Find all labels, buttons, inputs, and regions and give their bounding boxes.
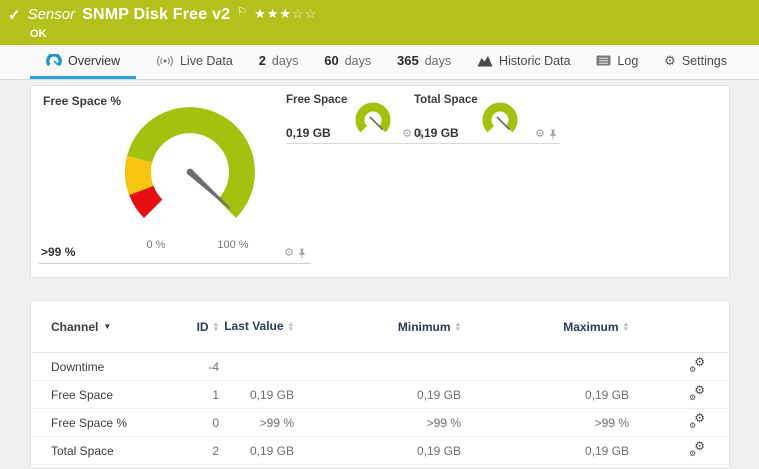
channel-id: -4: [208, 359, 219, 374]
tab-live-data-label: Live Data: [179, 53, 233, 68]
area-chart-icon: [477, 55, 493, 66]
tab-bar: Overview Live Data 2 days 60 days 365 da…: [0, 45, 759, 80]
status-ok-check-icon: ✓: [8, 7, 21, 24]
tab-log[interactable]: Log: [590, 45, 644, 79]
minimum-value: 0,19 GB: [416, 443, 461, 458]
maximum-value: 0,19 GB: [584, 443, 629, 458]
gauge-needle: [496, 116, 511, 131]
table-row-total-space: Total Space 2 0,19 GB 0,19 GB 0,19 GB ⚙ ⚙: [31, 437, 729, 465]
flag-icon[interactable]: ⚐: [237, 5, 247, 18]
mini-gauge-graphic: [355, 102, 391, 133]
overview-gauges-panel: Free Space % 0 % 100 % >99 % ⚙ Free Spac…: [30, 85, 730, 278]
channel-name[interactable]: Free Space %: [51, 416, 191, 430]
channel-name[interactable]: Total Space: [51, 444, 191, 458]
channel-id: 2: [212, 443, 219, 458]
column-header-id[interactable]: ID ▲ ▼: [191, 320, 219, 334]
tab-settings-label: Settings: [681, 53, 727, 68]
sorted-caret-icon: ▼: [103, 322, 112, 331]
mini-gauge-graphic: [482, 102, 518, 133]
mini-gauge-title: Total Space: [414, 94, 478, 106]
gauge-scale-min: 0 %: [146, 239, 166, 251]
sort-arrows-icon[interactable]: ▲ ▼: [623, 321, 629, 333]
stars-empty[interactable]: ☆☆: [292, 6, 317, 21]
priority-star-rating[interactable]: ★★★☆☆: [254, 6, 317, 22]
gauge-settings-gear-icon[interactable]: ⚙: [402, 129, 412, 140]
channels-table-header: Channel ▼ ID ▲ ▼ Last Value ▲ ▼ Minimum ▲ ▼…: [31, 301, 729, 353]
tab-live-data[interactable]: Live Data: [150, 45, 239, 79]
sensor-title: SNMP Disk Free v2: [82, 6, 231, 23]
gauge-settings-gear-icon[interactable]: ⚙: [284, 248, 294, 259]
object-kind-label: Sensor: [27, 6, 76, 23]
channel-settings-gears-icon[interactable]: ⚙ ⚙: [689, 411, 705, 430]
gear-icon: ⚙: [664, 53, 676, 68]
gauge-cell-total-space[interactable]: Total Space 0,19 GB ⚙: [414, 92, 560, 144]
channel-id: 0: [212, 415, 219, 430]
channels-table-panel: Channel ▼ ID ▲ ▼ Last Value ▲ ▼ Minimum ▲ ▼…: [30, 300, 730, 469]
tab-60-days-number: 60: [324, 53, 339, 68]
tab-historic-data[interactable]: Historic Data: [471, 45, 577, 79]
table-row-free-space: Free Space 1 0,19 GB 0,19 GB 0,19 GB ⚙ ⚙: [31, 381, 729, 409]
tab-log-label: Log: [617, 53, 639, 68]
channel-settings-gears-icon[interactable]: ⚙ ⚙: [689, 383, 705, 402]
pin-icon[interactable]: [297, 248, 307, 259]
broadcast-icon: [157, 55, 173, 66]
column-header-last-value[interactable]: Last Value ▲ ▼: [219, 319, 294, 334]
gauge-icon: [46, 53, 62, 66]
last-value: 0,19 GB: [249, 443, 294, 458]
main-gauge-graphic: [125, 107, 255, 218]
tab-overview[interactable]: Overview: [30, 45, 137, 79]
gauge-current-value: >99 %: [41, 245, 76, 259]
tab-365-days-number: 365: [396, 53, 419, 68]
maximum-value: 0,19 GB: [584, 387, 629, 402]
tab-365-days[interactable]: 365 days: [391, 45, 457, 79]
channel-name[interactable]: Free Space: [51, 388, 191, 402]
minimum-value: 0,19 GB: [416, 387, 461, 402]
gauge-needle: [369, 116, 384, 131]
last-value: >99 %: [259, 415, 294, 430]
tab-2-days-number: 2: [258, 53, 266, 68]
tab-60-days-label: days: [344, 53, 372, 68]
tab-settings[interactable]: ⚙ Settings: [658, 45, 733, 79]
pin-icon[interactable]: [548, 129, 558, 140]
tab-2-days[interactable]: 2 days: [253, 45, 305, 79]
channel-name[interactable]: Downtime: [51, 360, 191, 374]
tab-2-days-label: days: [271, 53, 299, 68]
gauge-settings-gear-icon[interactable]: ⚙: [535, 129, 545, 140]
table-row-free-space-pct: Free Space % 0 >99 % >99 % >99 % ⚙ ⚙: [31, 409, 729, 437]
channel-settings-gears-icon[interactable]: ⚙ ⚙: [689, 439, 705, 458]
tab-60-days[interactable]: 60 days: [318, 45, 377, 79]
maximum-value: >99 %: [594, 415, 629, 430]
minimum-value: >99 %: [426, 415, 461, 430]
column-header-maximum[interactable]: Maximum ▲ ▼: [461, 320, 629, 334]
gauge-cell-free-space[interactable]: Free Space 0,19 GB ⚙: [286, 92, 427, 144]
sensor-status-badge: OK: [30, 28, 47, 40]
mini-gauge-value: 0,19 GB: [286, 126, 331, 140]
channel-id: 1: [212, 387, 219, 402]
channel-settings-gears-icon[interactable]: ⚙ ⚙: [689, 355, 705, 374]
gauge-needle: [187, 169, 231, 210]
gauge-scale-max: 100 %: [217, 239, 249, 251]
gauge-cell-free-space-pct[interactable]: Free Space % 0 % 100 % >99 % ⚙: [39, 92, 311, 264]
last-value: 0,19 GB: [249, 387, 294, 402]
tab-365-days-label: days: [424, 53, 452, 68]
mini-gauge-title: Free Space: [286, 94, 348, 106]
tab-historic-data-label: Historic Data: [498, 53, 571, 68]
table-row-downtime: Downtime -4 ⚙ ⚙: [31, 353, 729, 381]
tab-overview-label: Overview: [68, 53, 121, 68]
column-header-minimum[interactable]: Minimum ▲ ▼: [294, 320, 461, 334]
sensor-status-header: ✓ Sensor SNMP Disk Free v2 ⚐ ★★★☆☆ OK: [0, 0, 759, 45]
log-list-icon: [596, 55, 611, 66]
mini-gauge-value: 0,19 GB: [414, 126, 459, 140]
column-header-channel[interactable]: Channel ▼: [51, 320, 191, 334]
stars-filled[interactable]: ★★★: [254, 6, 292, 21]
